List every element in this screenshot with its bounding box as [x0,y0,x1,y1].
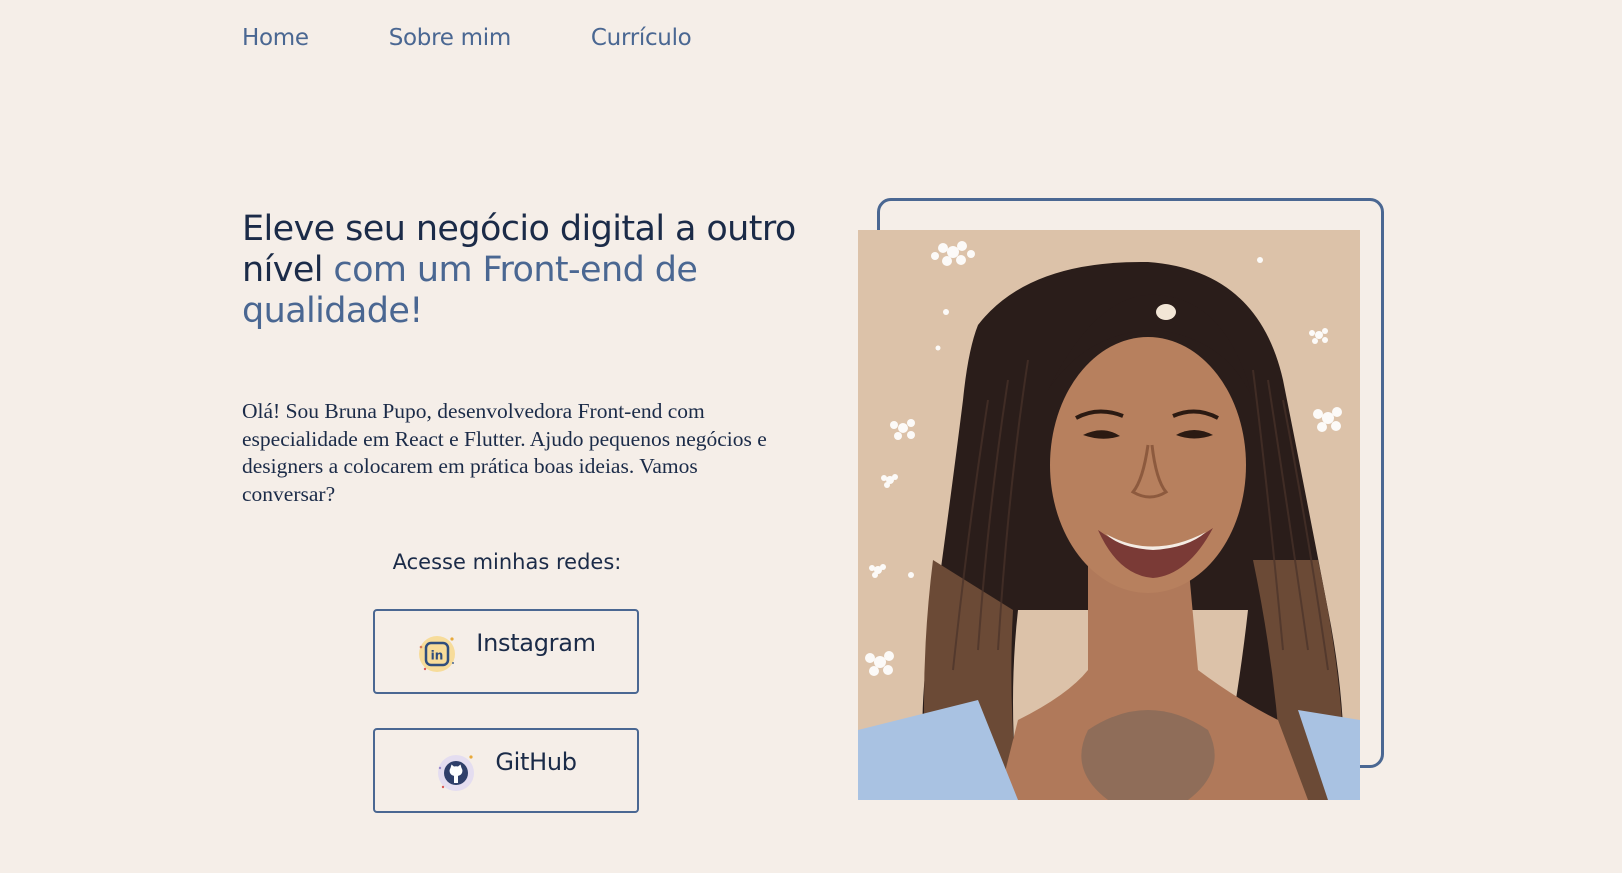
svg-text:in: in [431,649,444,663]
github-icon [435,752,477,794]
instagram-label: Instagram [476,629,596,657]
linkedin-icon: in [416,633,458,675]
github-button[interactable]: GitHub [373,728,639,813]
nav-curriculo-link[interactable]: Currículo [591,25,692,51]
profile-photo [858,230,1360,800]
instagram-button[interactable]: in Instagram [373,609,639,694]
intro-text: Olá! Sou Bruna Pupo, desenvolvedora Fron… [242,399,767,506]
social-title: Acesse minhas redes: [392,550,622,574]
top-nav: Home Sobre mim Currículo [242,25,692,51]
nav-sobre-mim-link[interactable]: Sobre mim [389,25,511,51]
github-label: GitHub [495,748,577,776]
hero-headline: Eleve seu negócio digital a outro nível … [242,209,802,332]
nav-home-link[interactable]: Home [242,25,309,51]
